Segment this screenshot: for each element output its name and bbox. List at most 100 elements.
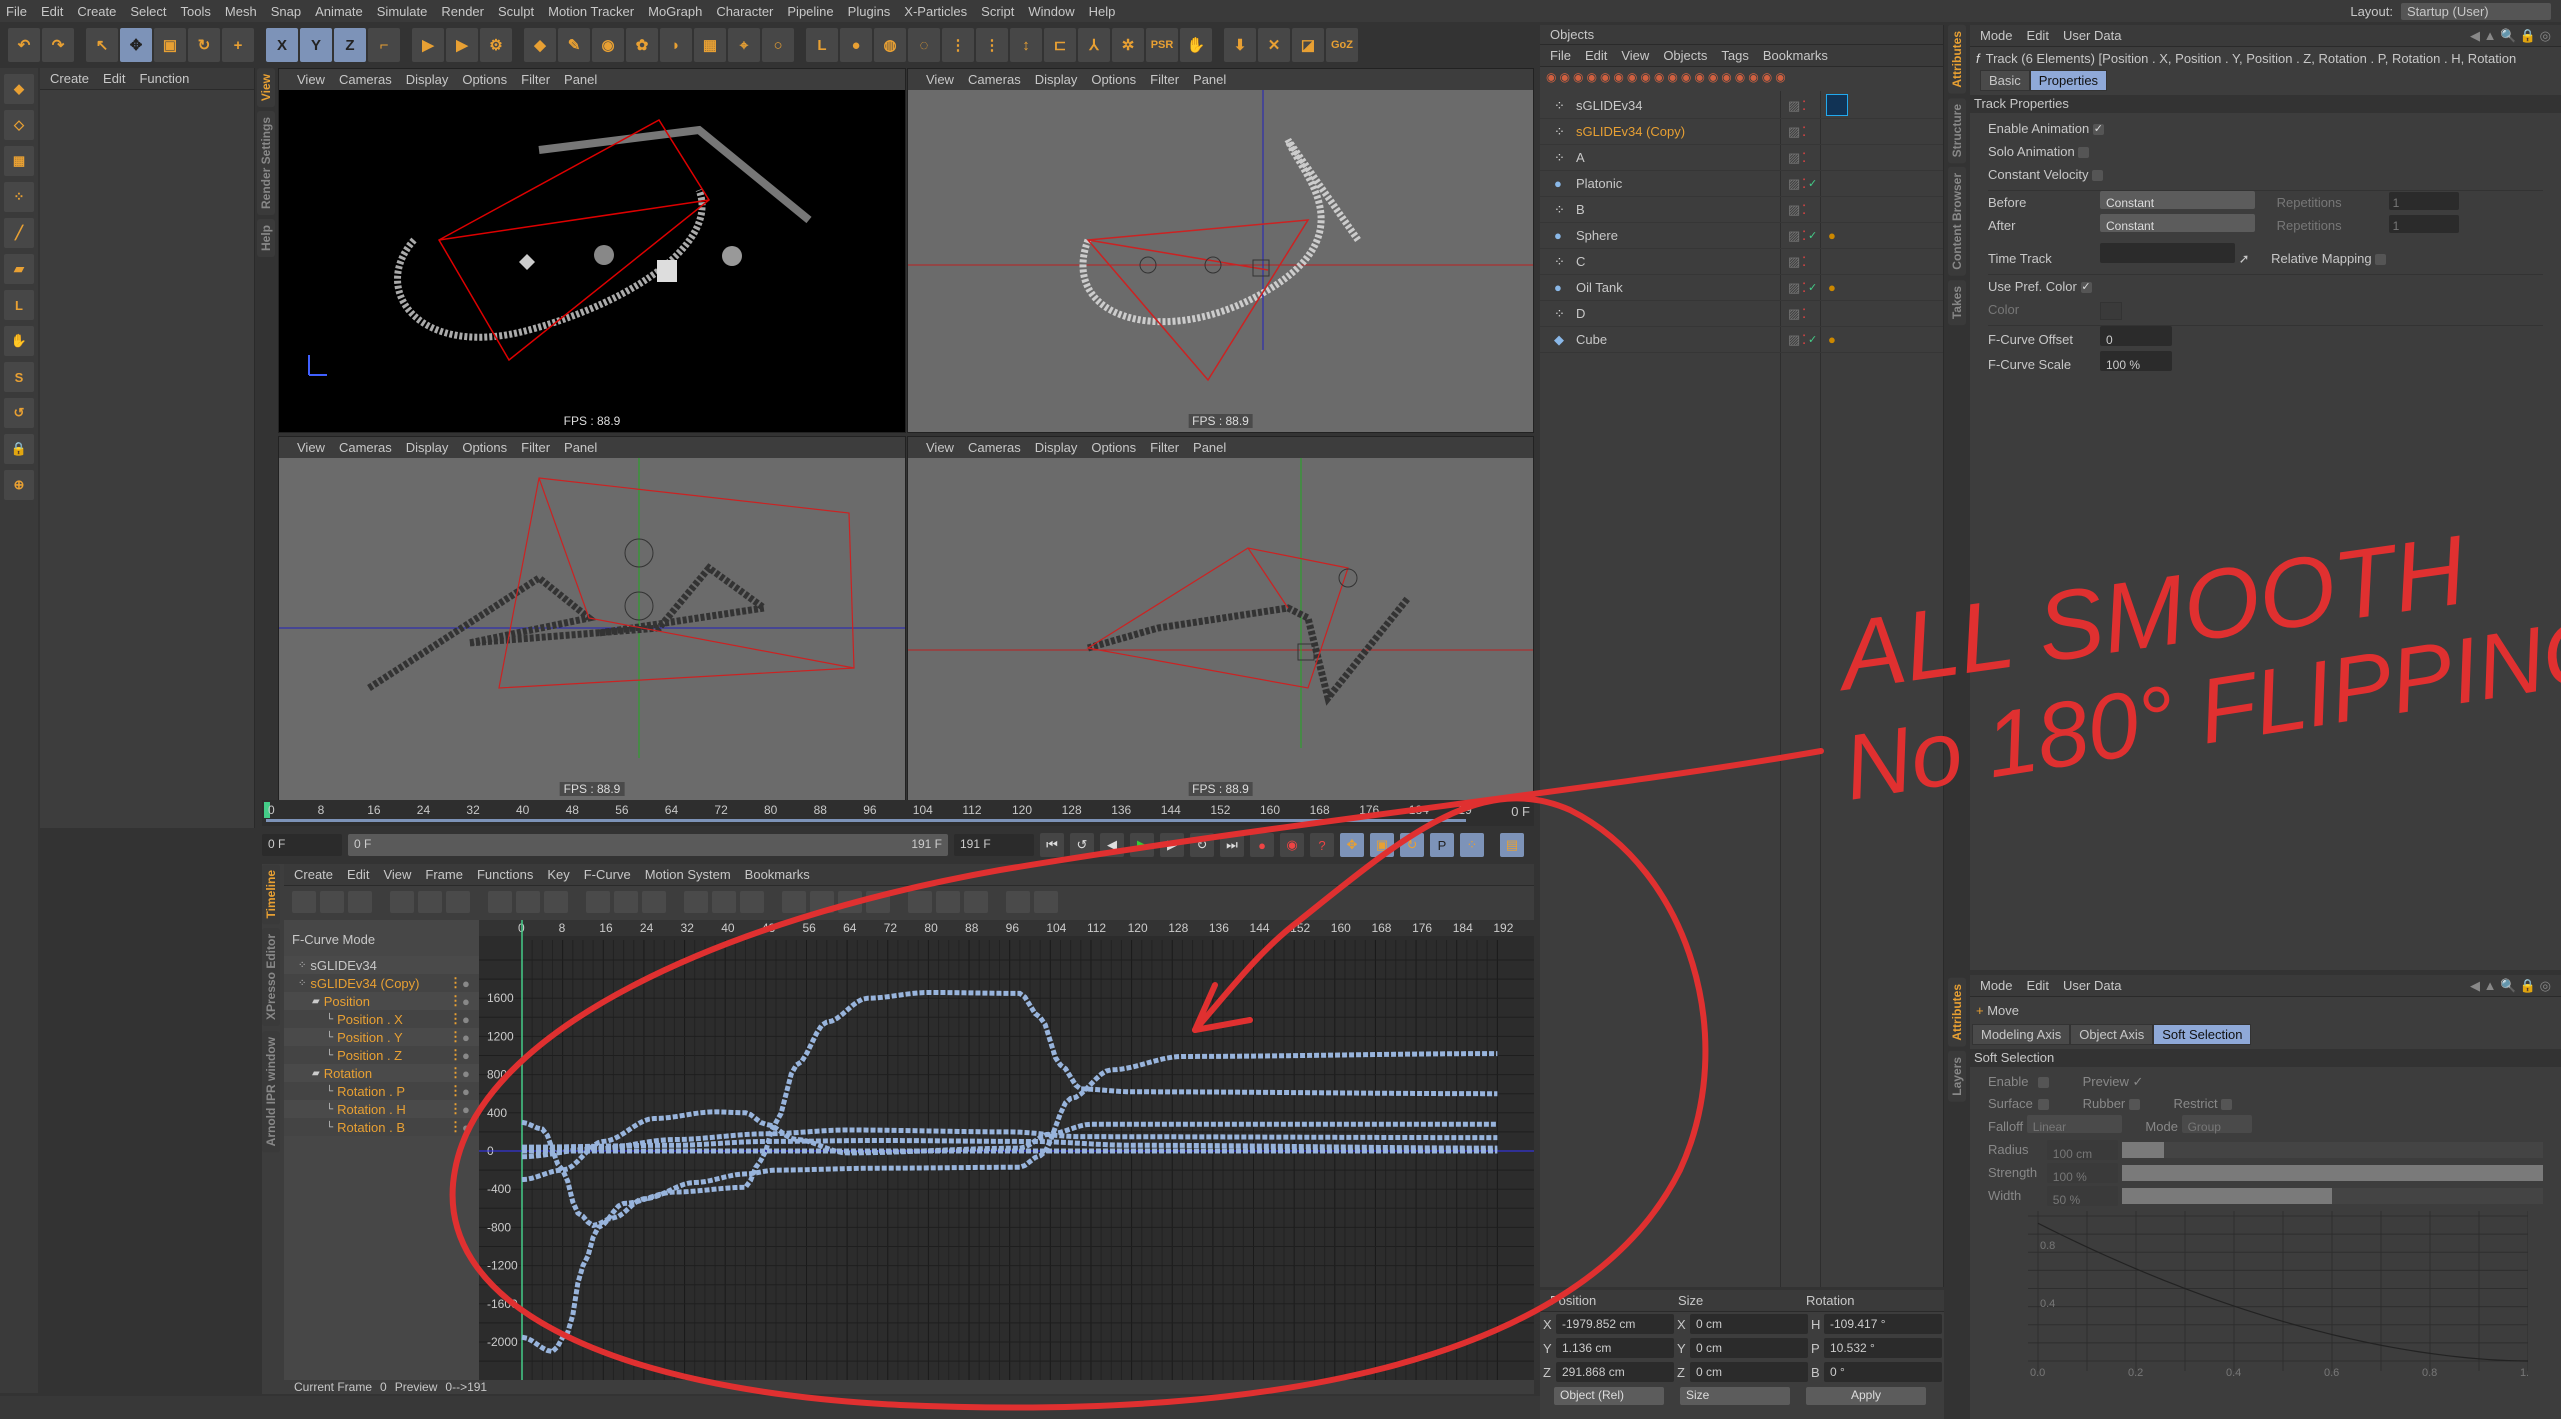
object-name[interactable]: sGLIDEv34 — [1576, 98, 1642, 113]
objects-tool-icon[interactable]: ◉ — [1694, 70, 1704, 86]
objects-tool-icon[interactable]: ◉ — [1775, 70, 1785, 86]
drop-to-floor-icon[interactable]: ⬇ — [1224, 28, 1256, 62]
viewport-menu-display[interactable]: Display — [406, 440, 449, 455]
track-row[interactable]: └ Position . Y ⋮ ● — [284, 1028, 479, 1046]
viewport-menu-display[interactable]: Display — [1035, 440, 1078, 455]
tab-properties[interactable]: Properties — [2029, 70, 2108, 91]
viewport-menu-filter[interactable]: Filter — [1150, 440, 1179, 455]
points-mode-icon[interactable]: ⁘ — [4, 182, 34, 212]
viewport-menu-display[interactable]: Display — [406, 72, 449, 87]
menu-render[interactable]: Render — [441, 4, 484, 19]
track-row[interactable]: └ Rotation . B ⋮ ● — [284, 1118, 479, 1136]
start-frame-field[interactable]: 0 F — [262, 834, 342, 856]
viewport-menu-panel[interactable]: Panel — [564, 72, 597, 87]
layer-icon[interactable]: ▨ — [1788, 124, 1800, 140]
attr-nav-icons[interactable]: ◀ ▲ 🔍 🔒 ◎ — [2470, 978, 2551, 994]
objects-menu-tags[interactable]: Tags — [1721, 48, 1748, 63]
zero-angle-icon[interactable] — [782, 891, 806, 913]
tab-arnold-ipr-window[interactable]: Arnold IPR window — [262, 1030, 280, 1152]
xpresso-tag-icon[interactable] — [1826, 94, 1848, 116]
viewport-menu-options[interactable]: Options — [462, 72, 507, 87]
track-row[interactable]: └ Rotation . P ⋮ ● — [284, 1082, 479, 1100]
viewport-menu-panel[interactable]: Panel — [1193, 72, 1226, 87]
ease-in-icon[interactable] — [684, 891, 708, 913]
object-name[interactable]: Cube — [1576, 332, 1607, 347]
viewport-menu-panel[interactable]: Panel — [564, 440, 597, 455]
objects-tool-icon[interactable]: ◉ — [1667, 70, 1677, 86]
deformer-icon[interactable]: ◗ — [660, 28, 692, 62]
objects-menu-file[interactable]: File — [1550, 48, 1571, 63]
relative-mapping-checkbox[interactable] — [2375, 254, 2387, 266]
snap-tool-icon[interactable]: ↺ — [4, 398, 34, 428]
solo-animation-checkbox[interactable] — [2078, 147, 2090, 159]
polygons-mode-icon[interactable]: ▰ — [4, 254, 34, 284]
fcurve-canvas[interactable]: 0816243240485664728088961041121201281361… — [479, 920, 1534, 1380]
menu-character[interactable]: Character — [716, 4, 773, 19]
menu-simulate[interactable]: Simulate — [377, 4, 428, 19]
menu-window[interactable]: Window — [1028, 4, 1074, 19]
y-axis-lock-icon[interactable]: Y — [300, 28, 332, 62]
sculpt-icon[interactable]: ✲ — [1112, 28, 1144, 62]
soft-icon[interactable] — [642, 891, 666, 913]
guide-icon[interactable]: ◌ — [908, 28, 940, 62]
tab-structure[interactable]: Structure — [1948, 97, 1966, 164]
use-pref-color-checkbox[interactable]: ✓ — [2080, 282, 2092, 294]
enabled-check-icon[interactable]: ✓ — [1808, 281, 1817, 294]
after-dropdown[interactable]: Constant — [2100, 214, 2255, 233]
enabled-check-icon[interactable]: ✓ — [1808, 333, 1817, 346]
viewport-right[interactable]: View Cameras Display Options Filter Panel FPS… — [278, 436, 906, 801]
next-frame-icon[interactable]: ▶ — [1160, 833, 1184, 857]
pos-y-field[interactable]: 1.136 cm — [1556, 1338, 1674, 1358]
timeline-ruler[interactable]: 0 F 0 8 16 24 32 40 48 56 64 72 80 88 96 104 112 120 128… — [262, 800, 1534, 826]
side-menu-function[interactable]: Function — [139, 71, 189, 86]
viewport-menu-cameras[interactable]: Cameras — [339, 440, 392, 455]
ease-out-icon[interactable] — [712, 891, 736, 913]
visibility-dots-icon[interactable]: ⁚ — [1802, 228, 1806, 244]
color-swatch[interactable] — [2100, 301, 2122, 320]
render-view-icon[interactable]: ▶ — [412, 28, 444, 62]
enable-animation-checkbox[interactable]: ✓ — [2092, 124, 2104, 136]
keyframe-selection-icon[interactable]: ? — [1310, 833, 1334, 857]
material-icon[interactable]: ◪ — [1292, 28, 1324, 62]
object-row[interactable]: ● Oil Tank ▨ ⁚ ✓ ● — [1540, 275, 1943, 301]
lock-tangent-icon[interactable] — [866, 891, 890, 913]
render-settings-icon[interactable]: ⚙ — [480, 28, 512, 62]
objects-tool-icon[interactable]: ◉ — [1681, 70, 1691, 86]
viewport-menu-options[interactable]: Options — [462, 440, 507, 455]
attr-menu-user-data[interactable]: User Data — [2063, 28, 2122, 43]
objects-tool-icon[interactable]: ◉ — [1627, 70, 1637, 86]
width-slider[interactable] — [2121, 1187, 2543, 1204]
menu-plugins[interactable]: Plugins — [848, 4, 891, 19]
repetitions-after-field[interactable]: 1 — [2388, 215, 2459, 233]
x-particles-icon[interactable]: ✕ — [1258, 28, 1290, 62]
objects-tool-icon[interactable]: ◉ — [1640, 70, 1650, 86]
tab-layers[interactable]: Layers — [1948, 1050, 1966, 1102]
fcurve-mode-icon[interactable] — [320, 891, 344, 913]
cube-object-icon[interactable]: ◆ — [524, 28, 556, 62]
viewport-perspective[interactable]: View Cameras Display Options Filter Panel FPS… — [278, 68, 906, 433]
axis-mode-icon[interactable]: L — [4, 290, 34, 320]
viewport-menu-view[interactable]: View — [297, 72, 325, 87]
object-row[interactable]: ⁘ C ▨ ⁚ — [1540, 249, 1943, 275]
align-icon[interactable]: ↕ — [1010, 28, 1042, 62]
timeline-toggle-icon[interactable]: ▤ — [1500, 833, 1524, 857]
coord-mode-dropdown[interactable]: Object (Rel) — [1554, 1387, 1664, 1405]
object-name[interactable]: B — [1576, 202, 1585, 217]
viewport-menu-cameras[interactable]: Cameras — [339, 72, 392, 87]
tab-timeline[interactable]: Timeline — [262, 864, 280, 925]
width-field[interactable]: 50 % — [2046, 1185, 2118, 1207]
strength-field[interactable]: 100 % — [2046, 1162, 2118, 1184]
menu-script[interactable]: Script — [981, 4, 1014, 19]
coordinate-system-icon[interactable]: ⌐ — [368, 28, 400, 62]
radius-field[interactable]: 100 cm — [2046, 1139, 2118, 1161]
track-solo-icon[interactable]: ● — [462, 1120, 470, 1135]
play-icon[interactable]: ▶ — [1130, 833, 1154, 857]
last-tool-icon[interactable]: + — [222, 28, 254, 62]
solo-mode-icon[interactable]: S — [4, 362, 34, 392]
objects-tool-icon[interactable]: ◉ — [1600, 70, 1610, 86]
objects-tool-icon[interactable]: ◉ — [1573, 70, 1583, 86]
record-scale-icon[interactable]: ▣ — [1370, 833, 1394, 857]
track-solo-icon[interactable]: ● — [462, 1102, 470, 1117]
current-frame-field[interactable]: 0 F — [1511, 804, 1530, 819]
timeline-menu-motion-system[interactable]: Motion System — [645, 867, 731, 882]
